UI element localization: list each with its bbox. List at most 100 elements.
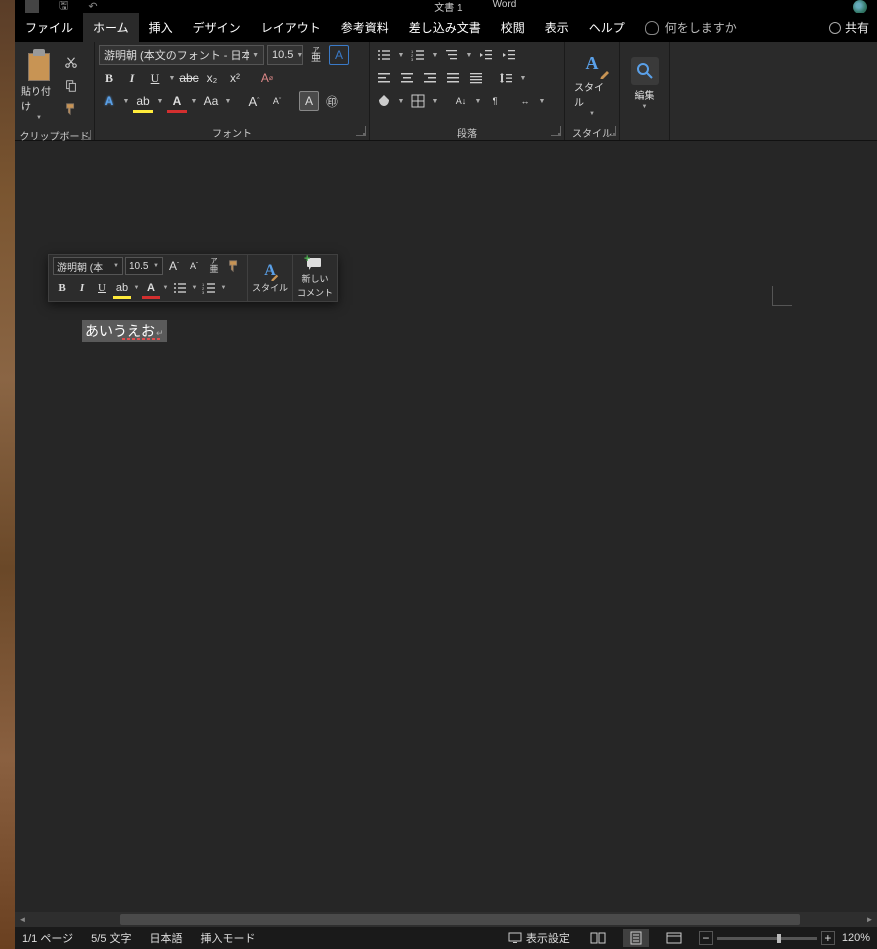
char-width-button[interactable]: ↔: [515, 91, 535, 111]
font-color-button[interactable]: A: [167, 91, 187, 111]
cut-button[interactable]: [61, 53, 81, 73]
scroll-thumb[interactable]: [120, 914, 800, 925]
mini-styles-button[interactable]: A スタイル: [247, 255, 292, 301]
paste-button[interactable]: 貼り付け ▼: [19, 45, 59, 125]
clear-format-button[interactable]: A⌀: [257, 68, 277, 88]
find-button[interactable]: 編集 ▼: [625, 45, 665, 121]
menu-insert[interactable]: 挿入: [139, 13, 183, 42]
grow-font-button[interactable]: Aˆ: [244, 91, 264, 111]
line-spacing-button[interactable]: [496, 68, 516, 88]
scroll-left-arrow[interactable]: ◄: [15, 912, 30, 927]
menu-design[interactable]: デザイン: [183, 13, 251, 42]
clipboard-launcher[interactable]: [81, 130, 91, 140]
qat-undo-icon[interactable]: ↶: [88, 0, 97, 13]
styles-button[interactable]: A スタイル ▼: [572, 45, 612, 121]
mini-shrink-font[interactable]: Aˇ: [185, 257, 203, 275]
underline-button[interactable]: U: [145, 68, 165, 88]
document-area[interactable]: 游明朝 (本▼ 10.5▼ Aˆ Aˇ ア 亜 B: [15, 141, 877, 912]
menu-view[interactable]: 表示: [535, 13, 579, 42]
ruby-button[interactable]: ア 亜: [306, 45, 326, 65]
status-mode[interactable]: 挿入モード: [198, 930, 259, 946]
decrease-indent-button[interactable]: [476, 45, 496, 65]
copy-button[interactable]: [61, 76, 81, 96]
font-size-combo[interactable]: 10.5 ▼: [267, 45, 303, 65]
menu-mailings[interactable]: 差し込み文書: [399, 13, 491, 42]
font-name-combo[interactable]: 游明朝 (本文のフォント - 日本語 ▼: [99, 45, 264, 65]
mini-size-combo[interactable]: 10.5▼: [125, 257, 163, 275]
font-color-dd[interactable]: ▼: [190, 91, 198, 111]
align-center-button[interactable]: [397, 68, 417, 88]
mini-grow-font[interactable]: Aˆ: [165, 257, 183, 275]
char-width-dd[interactable]: ▼: [538, 91, 546, 111]
numbering-dd[interactable]: ▼: [431, 45, 439, 65]
bold-button[interactable]: B: [99, 68, 119, 88]
enclose-char-button[interactable]: ㊞: [322, 91, 342, 111]
mini-underline[interactable]: U: [93, 279, 111, 297]
char-shading-button[interactable]: A: [299, 91, 319, 111]
zoom-slider[interactable]: [717, 937, 817, 940]
highlight-button[interactable]: ab: [133, 91, 153, 111]
menu-layout[interactable]: レイアウト: [251, 13, 331, 42]
print-layout-button[interactable]: [623, 929, 649, 947]
mini-font-color-dd[interactable]: ▼: [162, 285, 169, 291]
menu-references[interactable]: 参考資料: [331, 13, 399, 42]
numbering-button[interactable]: 123: [408, 45, 428, 65]
align-justify-button[interactable]: [443, 68, 463, 88]
mini-numbering[interactable]: 123: [200, 279, 218, 297]
mini-bold[interactable]: B: [53, 279, 71, 297]
superscript-button[interactable]: x²: [225, 68, 245, 88]
mini-numbering-dd[interactable]: ▼: [220, 285, 227, 291]
borders-dd[interactable]: ▼: [431, 91, 439, 111]
view-settings-button[interactable]: 表示設定: [505, 930, 573, 946]
char-border-button[interactable]: A: [329, 45, 349, 65]
zoom-in-button[interactable]: +: [821, 931, 835, 945]
subscript-button[interactable]: x₂: [202, 68, 222, 88]
status-language[interactable]: 日本語: [147, 930, 186, 946]
web-layout-button[interactable]: [661, 929, 687, 947]
mini-highlight[interactable]: ab: [113, 279, 131, 297]
align-left-button[interactable]: [374, 68, 394, 88]
format-painter-button[interactable]: [61, 99, 81, 119]
italic-button[interactable]: I: [122, 68, 142, 88]
mini-bullets-dd[interactable]: ▼: [191, 285, 198, 291]
mini-new-comment-button[interactable]: + 新しい コメント: [292, 255, 337, 301]
mini-font-combo[interactable]: 游明朝 (本▼: [53, 257, 123, 275]
highlight-dd[interactable]: ▼: [156, 91, 164, 111]
borders-button[interactable]: [408, 91, 428, 111]
multilevel-dd[interactable]: ▼: [465, 45, 473, 65]
mini-ruby[interactable]: ア 亜: [205, 257, 223, 275]
text-effects-dd[interactable]: ▼: [122, 91, 130, 111]
change-case-dd[interactable]: ▼: [224, 91, 232, 111]
tell-me-box[interactable]: 何をしますか: [635, 13, 747, 42]
align-right-button[interactable]: [420, 68, 440, 88]
bullets-button[interactable]: [374, 45, 394, 65]
zoom-value[interactable]: 120%: [839, 932, 873, 944]
zoom-thumb[interactable]: [777, 934, 781, 943]
mini-font-color[interactable]: A: [142, 279, 160, 297]
font-launcher[interactable]: [356, 126, 366, 136]
scroll-track[interactable]: [30, 913, 862, 926]
align-distribute-button[interactable]: [466, 68, 486, 88]
menu-review[interactable]: 校閲: [491, 13, 535, 42]
status-words[interactable]: 5/5 文字: [88, 930, 134, 946]
paragraph-launcher[interactable]: [551, 126, 561, 136]
read-mode-button[interactable]: [585, 929, 611, 947]
style-launcher[interactable]: [606, 126, 616, 136]
zoom-out-button[interactable]: −: [699, 931, 713, 945]
mini-bullets[interactable]: [171, 279, 189, 297]
underline-dd[interactable]: ▼: [168, 68, 176, 88]
shading-button[interactable]: [374, 91, 394, 111]
line-spacing-dd[interactable]: ▼: [519, 68, 527, 88]
sort-button[interactable]: A↓: [451, 91, 471, 111]
bullets-dd[interactable]: ▼: [397, 45, 405, 65]
text-effects-button[interactable]: A: [99, 91, 119, 111]
share-button[interactable]: 共有: [821, 13, 877, 42]
shrink-font-button[interactable]: Aˇ: [267, 91, 287, 111]
sort-dd[interactable]: ▼: [474, 91, 482, 111]
shading-dd[interactable]: ▼: [397, 91, 405, 111]
status-page[interactable]: 1/1 ページ: [19, 930, 76, 946]
menu-home[interactable]: ホーム: [83, 13, 139, 42]
increase-indent-button[interactable]: [499, 45, 519, 65]
menu-help[interactable]: ヘルプ: [579, 13, 635, 42]
mini-format-painter[interactable]: [225, 257, 243, 275]
